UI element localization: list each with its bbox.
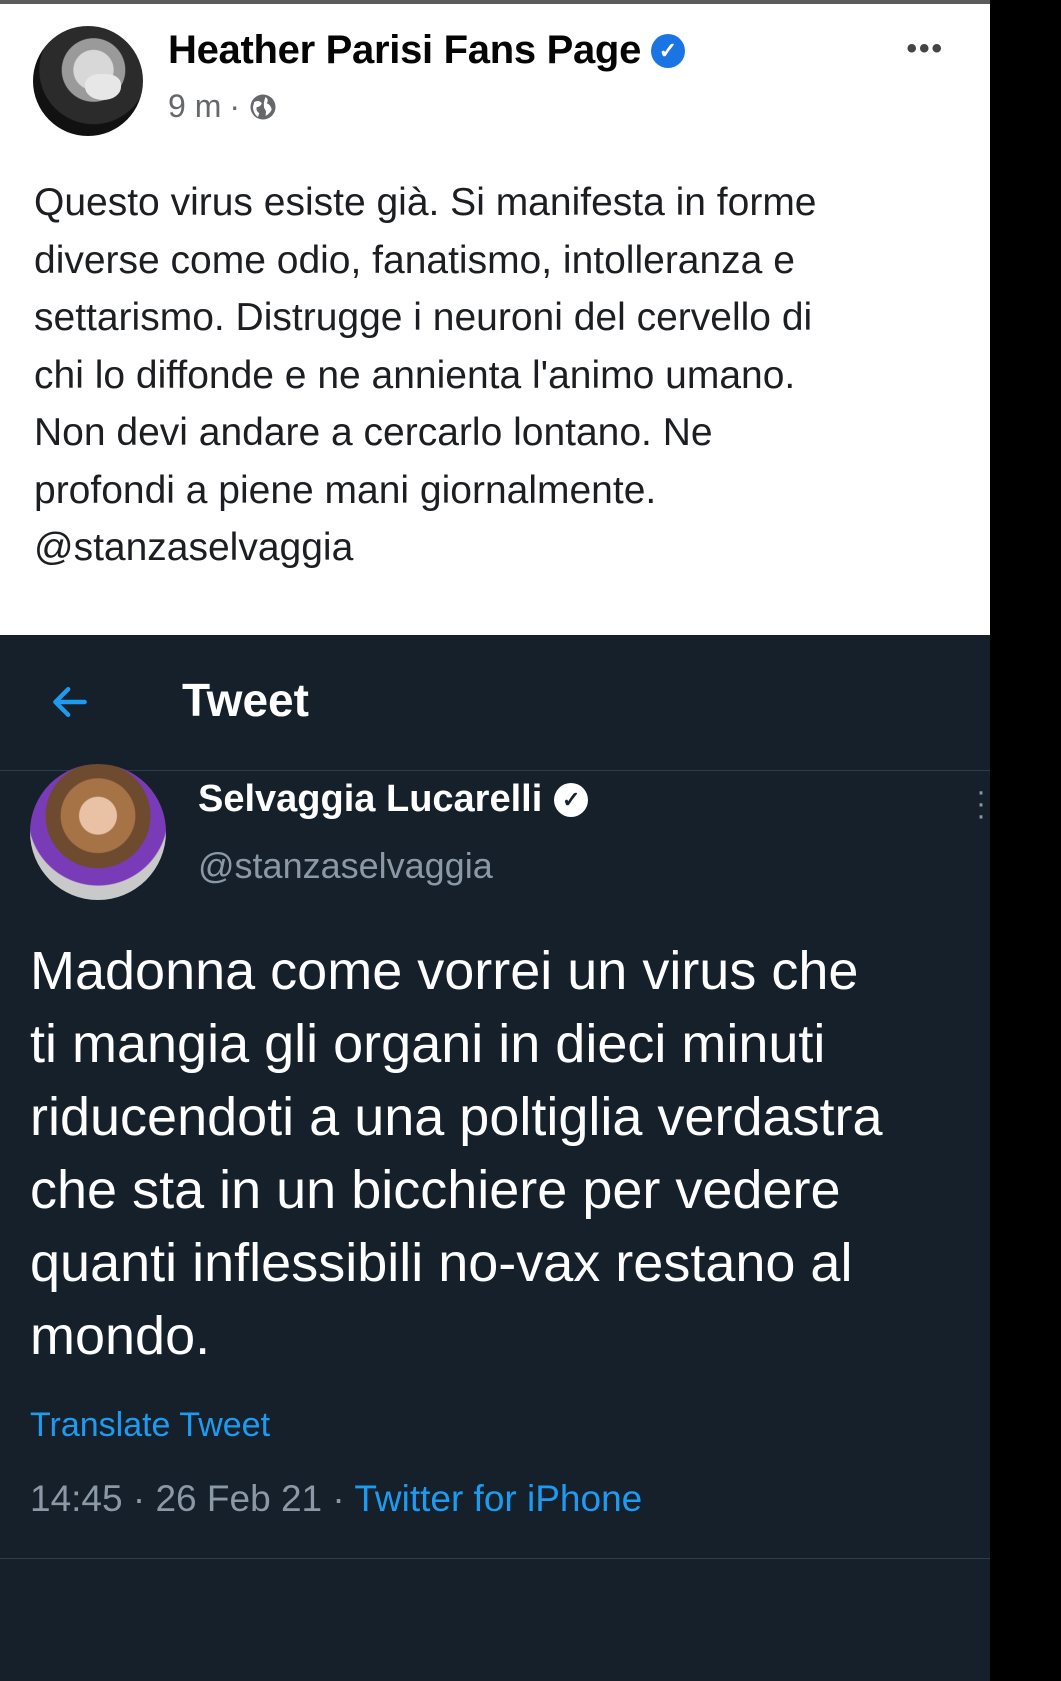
- back-arrow-icon[interactable]: [48, 680, 92, 724]
- page-title: Tweet: [182, 674, 309, 726]
- tweet-text: Madonna come vorrei un virus che ti mang…: [30, 941, 883, 1366]
- globe-icon: [250, 94, 276, 119]
- verified-badge-icon: ✓: [651, 33, 686, 68]
- tweet-meta: 14:45 · 26 Feb 21 · Twitter for iPhone: [30, 1478, 642, 1520]
- verified-badge-icon: ✓: [554, 782, 589, 817]
- author-name[interactable]: Selvaggia Lucarelli: [198, 778, 542, 821]
- page-name-row: Heather Parisi Fans Page ✓: [168, 28, 686, 73]
- translate-tweet-link[interactable]: Translate Tweet: [30, 1406, 270, 1445]
- divider: [0, 1558, 990, 1559]
- more-options-icon[interactable]: •••: [906, 32, 944, 66]
- page-avatar[interactable]: [33, 26, 143, 136]
- author-handle[interactable]: @stanzaselvaggia: [198, 845, 493, 887]
- page-name[interactable]: Heather Parisi Fans Page: [168, 28, 641, 73]
- tweet-more-icon[interactable]: · · ·: [976, 777, 986, 831]
- tweet-timestamp: 14:45 · 26 Feb 21 ·: [30, 1478, 355, 1519]
- author-name-row: Selvaggia Lucarelli ✓: [198, 778, 589, 821]
- post-text: Questo virus esiste già. Si manifesta in…: [34, 181, 817, 569]
- author-avatar[interactable]: [30, 764, 166, 900]
- facebook-post: Heather Parisi Fans Page ✓ 9 m · ••• Que…: [0, 0, 990, 635]
- meta-separator: ·: [229, 88, 240, 124]
- post-meta: 9 m ·: [168, 88, 278, 125]
- screenshot-frame: Heather Parisi Fans Page ✓ 9 m · ••• Que…: [0, 0, 990, 1681]
- post-time[interactable]: 9 m: [168, 88, 221, 125]
- avatar-hand-detail: [85, 74, 121, 100]
- tweet-header: Tweet: [0, 635, 990, 771]
- tweet-source-link[interactable]: Twitter for iPhone: [354, 1478, 642, 1519]
